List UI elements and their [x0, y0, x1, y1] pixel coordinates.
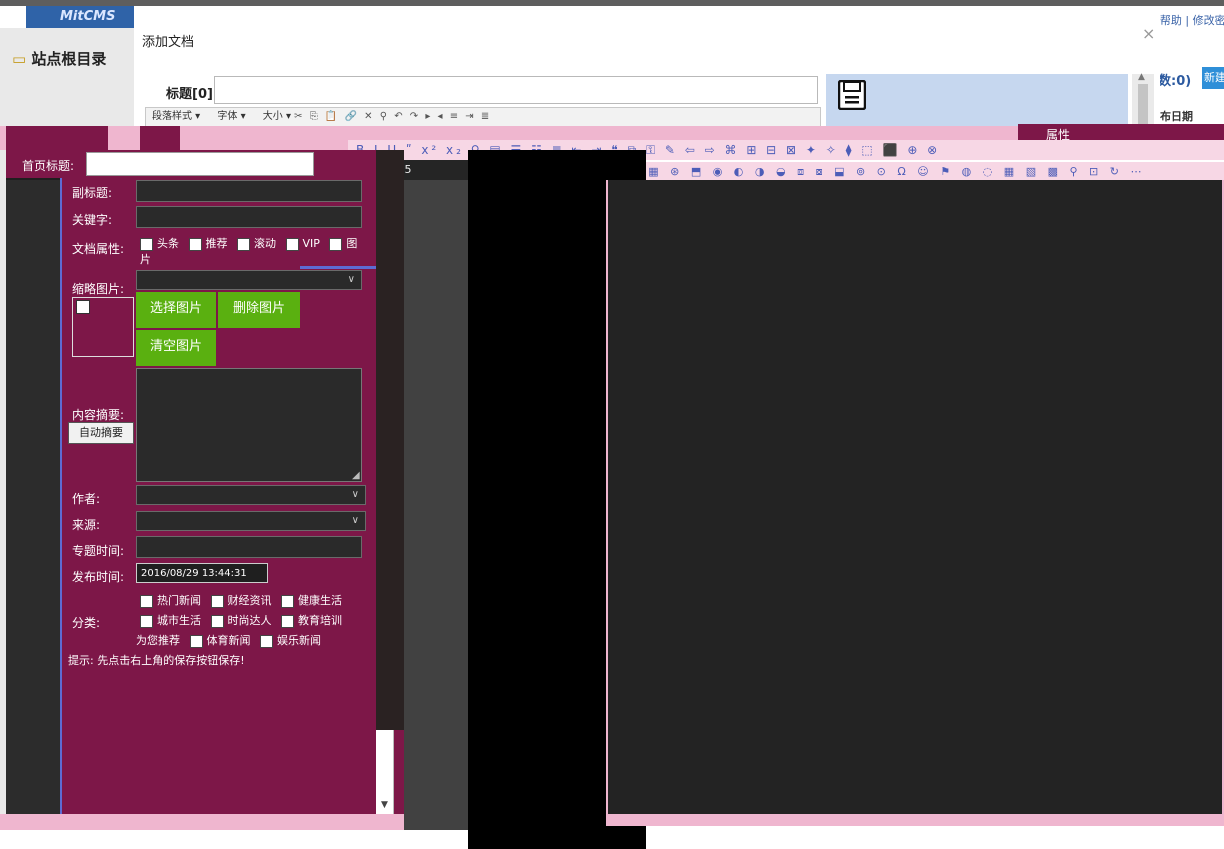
font-select[interactable]: 字体	[217, 111, 237, 122]
subtitle-input[interactable]	[136, 180, 362, 202]
tab-extra[interactable]	[140, 126, 180, 152]
clear-image-button[interactable]: 清空图片	[136, 330, 216, 366]
column-header-date: 布日期	[1160, 110, 1193, 123]
keywords-input[interactable]	[136, 206, 362, 228]
close-icon[interactable]: ×	[1142, 24, 1155, 43]
left-stripe	[6, 150, 60, 830]
chevron-down-icon: ∨	[351, 515, 359, 526]
checkbox[interactable]	[281, 594, 294, 608]
thumbnail-checkbox[interactable]	[76, 300, 90, 314]
scroll-up-icon[interactable]: ▲	[1138, 72, 1145, 82]
summary-label: 内容摘要:	[72, 408, 125, 422]
checkbox[interactable]	[285, 237, 299, 251]
editor-toolbar-row3[interactable]: ▣ ⌂ ◈ ▥ ▦ ⊛ ⬒ ◉ ◐ ◑ ◒ ⧈ ⧇ ⬓ ⊚ ⊙ Ω ☺ ⚑ ◍ …	[560, 162, 1224, 182]
source-select[interactable]: ∨	[136, 511, 366, 531]
attr-scroll[interactable]: 滚动	[237, 237, 276, 251]
checkbox[interactable]	[189, 634, 203, 648]
doc-attr-checkboxes: 头条 推荐 滚动 VIP 图片	[140, 236, 370, 268]
doc-title-label: 首页标题:	[22, 159, 75, 173]
folder-icon: ▭	[12, 50, 27, 68]
resize-handle-icon[interactable]: ◢	[352, 470, 360, 481]
checkbox[interactable]	[260, 634, 273, 648]
category-row-3: 为您推荐 体育新闻 娱乐新闻	[136, 634, 321, 648]
checkbox[interactable]	[281, 614, 294, 628]
checkbox[interactable]	[188, 237, 202, 251]
divider	[300, 266, 376, 269]
editor-content-area[interactable]	[606, 180, 1224, 820]
save-icon[interactable]	[838, 80, 866, 110]
thumb-label: 缩略图片:	[72, 282, 125, 296]
chevron-down-icon: ∨	[351, 489, 359, 500]
paragraph-style-select[interactable]: 段落样式	[152, 111, 192, 122]
chevron-down-icon: ∨	[347, 274, 355, 285]
editor-bottom-band	[606, 814, 1224, 826]
checkbox[interactable]	[210, 614, 224, 628]
dialog-title: 添加文档	[142, 35, 195, 50]
title-input[interactable]	[214, 76, 818, 104]
attr-recommend[interactable]: 推荐	[188, 237, 228, 251]
checkbox[interactable]	[140, 237, 153, 251]
checkbox[interactable]	[210, 594, 224, 608]
publish-time-input[interactable]: 2016/08/29 13:44:31	[136, 563, 268, 583]
form-panel-scroll-area	[376, 150, 404, 730]
thumb-select[interactable]: ∨	[136, 270, 362, 290]
scroll-down-icon[interactable]: ▼	[381, 800, 388, 810]
tab-basic[interactable]	[6, 126, 108, 152]
checkbox[interactable]	[237, 237, 250, 251]
list-count: 数:0)	[1158, 74, 1192, 89]
new-button[interactable]: 新建	[1202, 67, 1224, 89]
checkbox[interactable]	[329, 237, 343, 251]
choose-image-button[interactable]: 选择图片	[136, 292, 216, 328]
toolbar-icons[interactable]: ✂ ⎘ 📋 🔗 ✕ ⚲ ↶ ↷ ▸ ◂ ≡ ⇥ ≣	[294, 111, 491, 122]
checkbox[interactable]	[140, 594, 153, 608]
font-size-select[interactable]: 大小	[263, 111, 283, 122]
author-select[interactable]: ∨	[136, 485, 366, 505]
category-label: 分类:	[72, 616, 101, 630]
summary-textarea[interactable]	[136, 368, 362, 482]
editor-toolbar[interactable]: 段落样式 ▾ 字体 ▾ 大小 ▾ ✂ ⎘ 📋 🔗 ✕ ⚲ ↶ ↷ ▸ ◂ ≡ ⇥…	[145, 107, 821, 127]
author-label: 作者:	[72, 492, 101, 506]
bottom-band	[0, 814, 404, 830]
auto-summary-button[interactable]: 自动摘要	[68, 422, 134, 444]
category-row-2: 城市生活 时尚达人 教育培训	[140, 612, 348, 628]
category-row-1: 热门新闻 财经资讯 健康生活	[140, 592, 348, 608]
special-time-input[interactable]	[136, 536, 362, 558]
doc-attr-label: 文档属性:	[72, 242, 125, 256]
delete-image-button[interactable]: 删除图片	[218, 292, 300, 328]
attr-vip[interactable]: VIP	[285, 237, 320, 251]
scroll-thumb[interactable]	[1138, 84, 1148, 124]
subtitle-label: 副标题:	[72, 186, 113, 200]
save-panel	[826, 74, 1128, 130]
publish-time-label: 发布时间:	[72, 570, 125, 584]
grey-column	[404, 180, 468, 830]
save-hint: 提示: 先点击右上角的保存按钮保存!	[68, 654, 245, 667]
sidebar-site-root[interactable]: ▭ 站点根目录	[12, 48, 106, 69]
source-label: 来源:	[72, 518, 101, 532]
checkbox[interactable]	[140, 614, 153, 628]
keywords-label: 关键字:	[72, 213, 113, 227]
title-label: 标题[0]	[166, 87, 213, 102]
special-time-label: 专题时间:	[72, 544, 125, 558]
doc-title-input[interactable]	[86, 152, 314, 176]
attr-headline[interactable]: 头条	[140, 237, 179, 251]
